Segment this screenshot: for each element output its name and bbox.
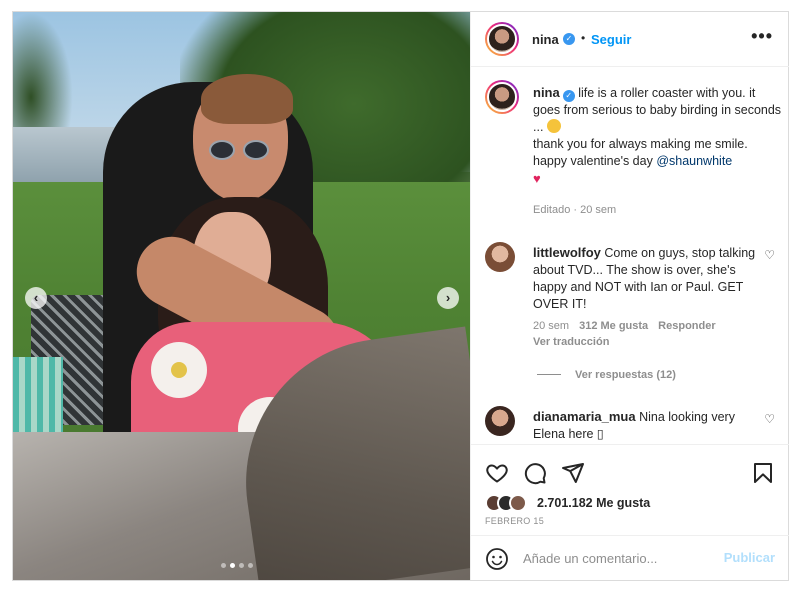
view-replies-button[interactable]: Ver respuestas (12): [537, 369, 676, 381]
author-username[interactable]: nina: [532, 32, 559, 47]
comment-likes[interactable]: 312 Me gusta: [579, 320, 648, 332]
edited-label: Editado: [533, 204, 571, 216]
more-options-icon[interactable]: •••: [751, 26, 773, 47]
comments-section[interactable]: nina ✓ life is a roller coaster with you.…: [471, 68, 789, 444]
verified-badge-icon: ✓: [562, 90, 575, 102]
post-date[interactable]: FEBRERO 15: [485, 516, 544, 526]
post-side-panel: nina ✓ • Seguir ••• nina ✓ life is a roll…: [470, 12, 789, 580]
post-actions-bar: 2.701.182 Me gusta FEBRERO 15: [471, 444, 789, 536]
comment-text: dianamaria_mua Nina looking very Elena h…: [533, 408, 758, 443]
add-comment-bar: Publicar: [471, 535, 789, 580]
heart-icon[interactable]: [485, 461, 509, 485]
comment-icon[interactable]: [523, 461, 547, 485]
liker-avatar: [509, 494, 527, 512]
likes-suffix: Me gusta: [592, 496, 651, 510]
follow-button[interactable]: Seguir: [591, 32, 631, 47]
view-replies-label[interactable]: Ver respuestas (12): [575, 369, 676, 381]
zany-face-emoji-icon: [546, 119, 561, 133]
comment-time[interactable]: 20 sem: [533, 320, 569, 332]
caption-time[interactable]: 20 sem: [580, 204, 616, 216]
smiley-icon[interactable]: [485, 547, 509, 571]
replies-divider: [537, 374, 561, 375]
likers-avatars[interactable]: [485, 494, 527, 512]
comment-username[interactable]: littlewolfoy: [533, 245, 601, 260]
chevron-right-icon: ›: [445, 290, 451, 305]
commenter-avatar[interactable]: [485, 242, 515, 272]
comment-input[interactable]: [523, 548, 713, 568]
caption-author-avatar[interactable]: [485, 80, 519, 114]
photo-man-hair: [201, 74, 293, 124]
next-photo-button[interactable]: ›: [437, 287, 459, 309]
header-separator: •: [581, 31, 586, 45]
carousel-dot: [239, 563, 244, 568]
verified-badge-icon: ✓: [563, 33, 575, 45]
caption-meta: Editado · 20 sem: [533, 204, 617, 216]
heart-emoji-icon: ♥: [533, 171, 541, 186]
photo-sweater-flower: [151, 342, 207, 398]
carousel-dot-active: [230, 563, 235, 568]
author-avatar[interactable]: [485, 22, 519, 56]
caption-text: nina ✓ life is a roller coaster with you.…: [533, 84, 783, 188]
post-header: nina ✓ • Seguir •••: [471, 12, 789, 67]
reply-button[interactable]: Responder: [658, 320, 715, 332]
carousel-dot: [221, 563, 226, 568]
like-comment-heart-icon[interactable]: ♡: [764, 248, 775, 262]
likes-number: 2.701.182: [537, 496, 593, 510]
previous-photo-button[interactable]: ‹: [25, 287, 47, 309]
post-photo[interactable]: ‹ ›: [13, 12, 470, 580]
chevron-left-icon: ‹: [33, 290, 39, 305]
photo-sunglasses: [209, 140, 271, 162]
carousel-dots: [221, 563, 253, 568]
caption-line-2: thank you for always making me smile.: [533, 137, 748, 151]
share-icon[interactable]: [561, 461, 585, 485]
like-comment-heart-icon[interactable]: ♡: [764, 412, 775, 426]
comment-text: littlewolfoy Come on guys, stop talking …: [533, 244, 758, 313]
likes-count[interactable]: 2.701.182 Me gusta: [537, 496, 650, 510]
see-translation-link[interactable]: Ver traducción: [533, 336, 609, 348]
bookmark-icon[interactable]: [751, 461, 775, 485]
comment-username[interactable]: dianamaria_mua: [533, 409, 636, 424]
caption-username[interactable]: nina: [533, 85, 560, 100]
commenter-avatar[interactable]: [485, 406, 515, 436]
instagram-post-modal: ‹ › nina ✓ • Seguir ••• nina ✓ life is a …: [12, 11, 789, 581]
publish-comment-button[interactable]: Publicar: [724, 550, 775, 565]
comment-actions: 20 sem 312 Me gusta Responder: [533, 320, 716, 332]
carousel-dot: [248, 563, 253, 568]
caption-line-3: happy valentine's day: [533, 154, 657, 168]
mention-link[interactable]: @shaunwhite: [656, 154, 732, 168]
